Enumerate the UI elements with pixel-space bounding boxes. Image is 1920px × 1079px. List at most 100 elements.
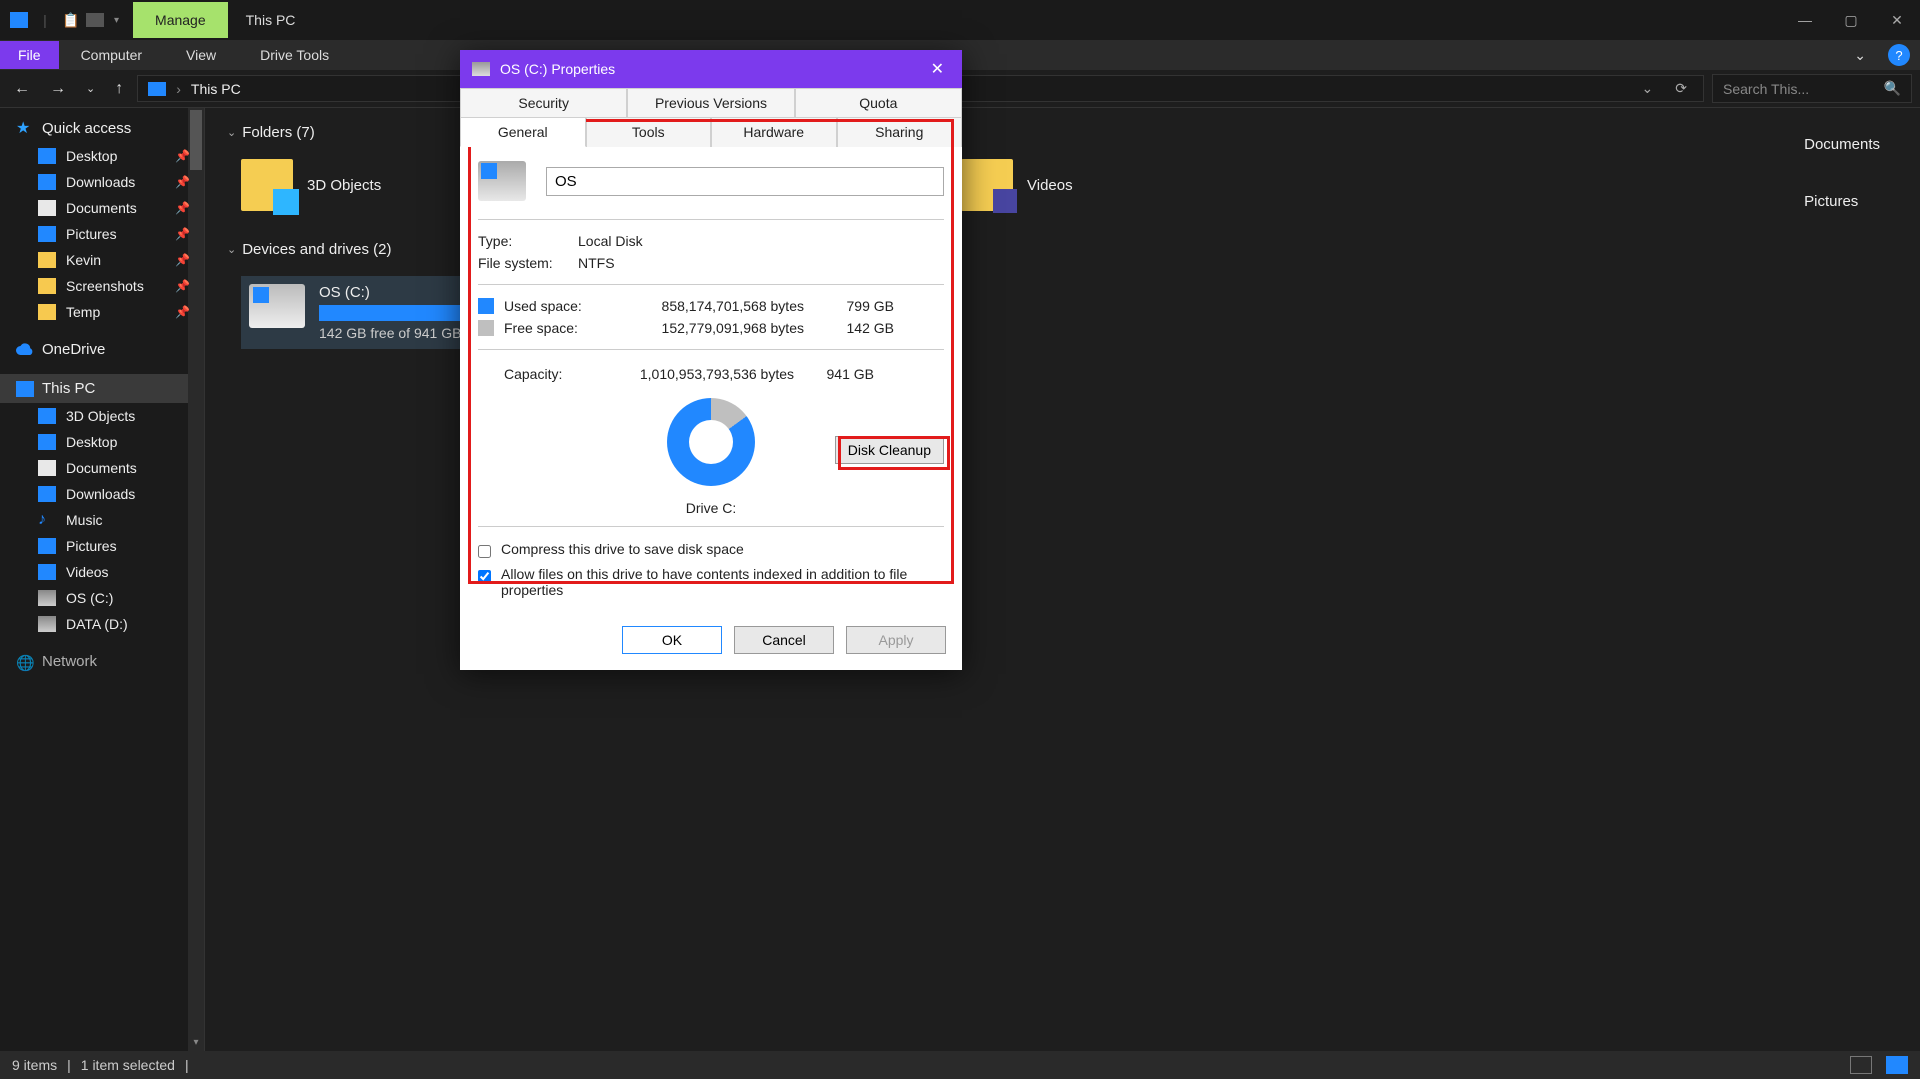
- free-gb: 142 GB: [814, 320, 894, 336]
- tab-previous-versions[interactable]: Previous Versions: [627, 88, 794, 117]
- minimize-button[interactable]: —: [1782, 0, 1828, 40]
- sidebar-item-temp[interactable]: Temp📌: [0, 299, 204, 325]
- sidebar-item-pictures[interactable]: Pictures📌: [0, 221, 204, 247]
- status-bar: 9 items | 1 item selected |: [0, 1051, 1920, 1079]
- tiles-view-button[interactable]: [1886, 1056, 1908, 1074]
- capacity-label: Capacity:: [478, 366, 594, 382]
- scroll-down-icon[interactable]: ▾: [188, 1035, 204, 1051]
- details-view-button[interactable]: [1850, 1056, 1872, 1074]
- capacity-bytes: 1,010,953,793,536 bytes: [594, 366, 794, 382]
- sidebar-item-kevin[interactable]: Kevin📌: [0, 247, 204, 273]
- tab-quota[interactable]: Quota: [795, 88, 962, 117]
- sidebar-onedrive[interactable]: OneDrive: [0, 335, 204, 364]
- quick-access-toolbar: | 📋 ▾: [0, 9, 133, 31]
- sidebar-item-desktop[interactable]: Desktop📌: [0, 143, 204, 169]
- window-titlebar: | 📋 ▾ Manage This PC — ▢ ✕: [0, 0, 1920, 40]
- maximize-button[interactable]: ▢: [1828, 0, 1874, 40]
- folder-icon: [961, 159, 1013, 211]
- breadcrumb[interactable]: This PC: [191, 81, 241, 97]
- dialog-close-button[interactable]: ✕: [925, 59, 950, 79]
- drive-icon: [478, 161, 526, 201]
- ribbon-tab-view[interactable]: View: [164, 41, 238, 69]
- refresh-icon[interactable]: ⟳: [1669, 80, 1693, 97]
- tab-general[interactable]: General: [460, 117, 586, 147]
- pin-icon: 📌: [175, 253, 190, 267]
- chevron-down-icon: ⌄: [227, 243, 236, 256]
- drive-name-input[interactable]: [546, 167, 944, 196]
- breadcrumb-separator: ›: [176, 81, 181, 97]
- pin-icon: 📌: [175, 305, 190, 319]
- dialog-title: OS (C:) Properties: [500, 61, 615, 77]
- folder-videos[interactable]: Videos: [961, 159, 1261, 211]
- window-title: This PC: [228, 12, 314, 28]
- sidebar-item-music[interactable]: ♪Music: [0, 507, 204, 533]
- up-button[interactable]: ↑: [109, 80, 129, 98]
- file-menu[interactable]: File: [0, 41, 59, 69]
- drive-icon: [472, 62, 490, 76]
- free-swatch-icon: [478, 320, 494, 336]
- ribbon-context-manage[interactable]: Manage: [133, 2, 228, 38]
- history-dropdown[interactable]: ⌄: [80, 82, 101, 95]
- index-checkbox[interactable]: [478, 570, 491, 583]
- tab-security[interactable]: Security: [460, 88, 627, 117]
- compress-checkbox-row[interactable]: Compress this drive to save disk space: [478, 537, 944, 562]
- sidebar-item-os-c[interactable]: OS (C:): [0, 585, 204, 611]
- type-label: Type:: [478, 233, 578, 249]
- fs-value: NTFS: [578, 255, 944, 271]
- ok-button[interactable]: OK: [622, 626, 722, 654]
- dialog-titlebar[interactable]: OS (C:) Properties ✕: [460, 50, 962, 88]
- sidebar-item-documents-pc[interactable]: Documents: [0, 455, 204, 481]
- sidebar-quick-access[interactable]: ★Quick access: [0, 114, 204, 143]
- sidebar-item-screenshots[interactable]: Screenshots📌: [0, 273, 204, 299]
- sidebar-item-desktop-pc[interactable]: Desktop: [0, 429, 204, 455]
- dialog-buttons: OK Cancel Apply: [460, 614, 962, 670]
- pin-icon: 📌: [175, 201, 190, 215]
- folder-icon: [241, 159, 293, 211]
- search-placeholder: Search This...: [1723, 81, 1809, 97]
- usage-donut-chart: [667, 398, 755, 486]
- used-label: Used space:: [504, 298, 594, 314]
- history-chevron-icon[interactable]: ⌄: [1636, 80, 1660, 97]
- tab-hardware[interactable]: Hardware: [711, 117, 837, 147]
- tab-sharing[interactable]: Sharing: [837, 117, 963, 147]
- new-folder-icon[interactable]: [86, 13, 104, 27]
- cancel-button[interactable]: Cancel: [734, 626, 834, 654]
- folder-documents[interactable]: Documents: [1804, 136, 1880, 153]
- sidebar-item-pictures-pc[interactable]: Pictures: [0, 533, 204, 559]
- type-value: Local Disk: [578, 233, 944, 249]
- pin-icon: 📌: [175, 175, 190, 189]
- folder-pictures[interactable]: Pictures: [1804, 193, 1880, 210]
- close-button[interactable]: ✕: [1874, 0, 1920, 40]
- sidebar-item-data-d[interactable]: DATA (D:): [0, 611, 204, 637]
- drive-icon: [249, 284, 305, 328]
- search-icon: 🔍: [1884, 80, 1901, 97]
- properties-icon[interactable]: 📋: [60, 9, 82, 31]
- sidebar-item-downloads[interactable]: Downloads📌: [0, 169, 204, 195]
- ribbon-tab-drive-tools[interactable]: Drive Tools: [238, 41, 351, 69]
- location-pc-icon: [148, 82, 166, 96]
- back-button[interactable]: ←: [8, 80, 36, 98]
- sidebar-network[interactable]: 🌐Network: [0, 647, 204, 676]
- compress-checkbox[interactable]: [478, 545, 491, 558]
- index-label: Allow files on this drive to have conten…: [501, 566, 944, 598]
- forward-button[interactable]: →: [44, 80, 72, 98]
- search-box[interactable]: Search This... 🔍: [1712, 74, 1912, 103]
- sidebar-item-downloads-pc[interactable]: Downloads: [0, 481, 204, 507]
- pin-icon: 📌: [175, 149, 190, 163]
- sidebar-item-3d-objects[interactable]: 3D Objects: [0, 403, 204, 429]
- status-item-count: 9 items: [12, 1057, 57, 1073]
- sidebar-this-pc[interactable]: This PC: [0, 374, 204, 403]
- index-checkbox-row[interactable]: Allow files on this drive to have conten…: [478, 562, 944, 602]
- apply-button[interactable]: Apply: [846, 626, 946, 654]
- tab-tools[interactable]: Tools: [586, 117, 712, 147]
- sidebar-item-videos[interactable]: Videos: [0, 559, 204, 585]
- ribbon-tab-computer[interactable]: Computer: [59, 41, 164, 69]
- sidebar-item-documents[interactable]: Documents📌: [0, 195, 204, 221]
- disk-cleanup-button[interactable]: Disk Cleanup: [835, 436, 944, 464]
- ribbon-collapse-icon[interactable]: ⌄: [1842, 47, 1878, 64]
- drive-label: Drive C:: [686, 500, 737, 516]
- divider-icon: |: [34, 9, 56, 31]
- status-selection: 1 item selected: [81, 1057, 175, 1073]
- help-icon[interactable]: ?: [1888, 44, 1910, 66]
- qat-customize-dropdown[interactable]: ▾: [108, 15, 125, 26]
